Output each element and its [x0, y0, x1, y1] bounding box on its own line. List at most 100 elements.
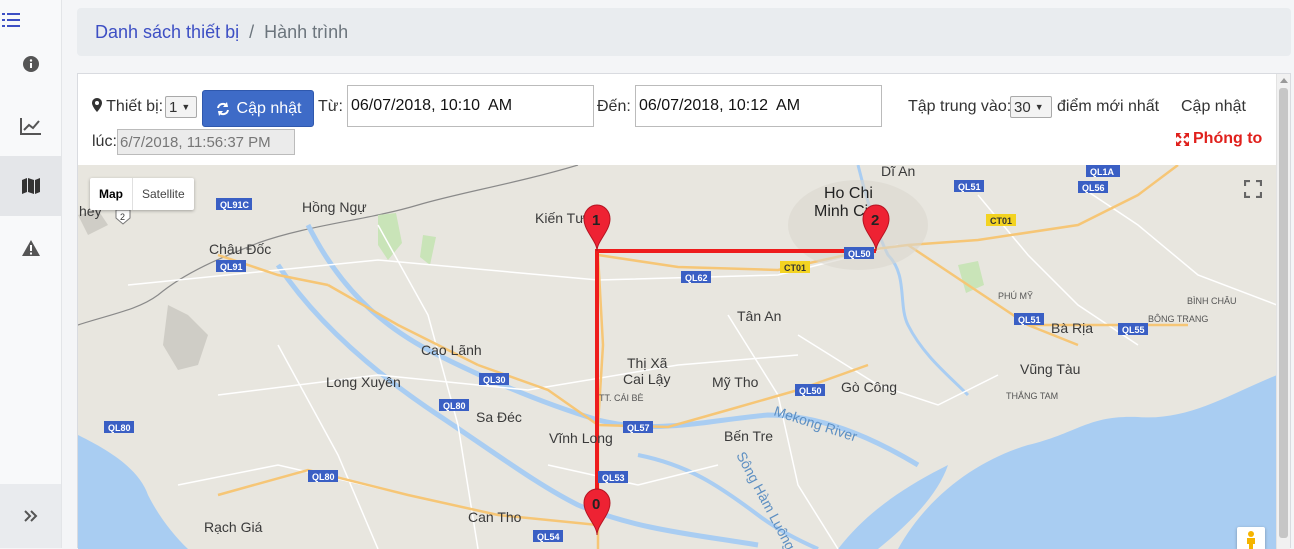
- device-select-value: 1: [169, 98, 178, 116]
- scroll-up-arrow[interactable]: [1280, 78, 1288, 83]
- svg-text:THẮNG TAM: THẮNG TAM: [1006, 391, 1058, 401]
- road-shield-ql91: QL91: [216, 260, 246, 272]
- chevron-down-icon: ▼: [181, 102, 191, 112]
- svg-text:2: 2: [871, 212, 879, 229]
- road-shield-ql80b: QL80: [104, 421, 134, 433]
- update-button[interactable]: Cập nhật: [202, 90, 314, 127]
- road-shield-ql57: QL57: [623, 421, 653, 433]
- map-icon[interactable]: [0, 156, 61, 216]
- focus-points-select[interactable]: 30 ▼: [1010, 96, 1052, 118]
- svg-text:Bà Rịa: Bà Rịa: [1051, 320, 1093, 336]
- map-type-control: Map Satellite: [90, 178, 194, 210]
- svg-text:QL80: QL80: [312, 472, 335, 482]
- svg-text:Cai Lậy: Cai Lậy: [623, 371, 670, 387]
- focus-points-value: 30: [1014, 98, 1031, 116]
- fullscreen-icon: [1244, 180, 1262, 198]
- svg-text:Tân An: Tân An: [737, 308, 781, 324]
- road-shield-ql62: QL62: [681, 271, 711, 283]
- svg-text:Long Xuyên: Long Xuyên: [326, 374, 401, 390]
- road-shield-ql51b: QL51: [1014, 313, 1044, 325]
- svg-text:QL91C: QL91C: [220, 200, 250, 210]
- map-type-satellite-button[interactable]: Satellite: [133, 178, 194, 210]
- warning-icon[interactable]: [0, 230, 61, 266]
- svg-text:QL57: QL57: [627, 423, 650, 433]
- street-view-pegman-button[interactable]: [1237, 527, 1265, 549]
- pegman-icon: [1247, 531, 1255, 549]
- road-shield-ql30: QL30: [479, 373, 509, 385]
- road-shield-ql80c: QL80: [308, 470, 338, 482]
- update-button-label: Cập nhật: [236, 99, 302, 117]
- svg-text:Châu Đốc: Châu Đốc: [209, 241, 271, 257]
- map-type-map-button[interactable]: Map: [90, 178, 133, 210]
- focus-label: Tập trung vào:: [908, 98, 1012, 115]
- svg-text:Vũng Tàu: Vũng Tàu: [1020, 361, 1080, 377]
- svg-text:QL54: QL54: [537, 532, 560, 542]
- road-shield-ql53: QL53: [598, 471, 628, 483]
- map-canvas[interactable]: QL91C QL91 QL62 QL30 QL80 QL80 QL80 QL57…: [78, 165, 1277, 549]
- map-marker-icon: [92, 98, 102, 112]
- to-label: Đến:: [597, 98, 631, 115]
- road-shield-ql56: QL56: [1078, 181, 1108, 193]
- svg-text:1: 1: [592, 212, 600, 229]
- svg-text:QL51: QL51: [1018, 315, 1041, 325]
- toolbar: Thiết bị: 1 ▼ Cập nhật Từ: 06/07/2018, 10…: [78, 74, 1277, 164]
- svg-text:Vĩnh Long: Vĩnh Long: [549, 430, 613, 446]
- svg-text:CT01: CT01: [784, 263, 806, 273]
- road-shield-ql50: QL50: [795, 384, 825, 396]
- breadcrumb-separator: /: [249, 21, 255, 42]
- device-label-group: Thiết bị:: [92, 98, 163, 116]
- to-datetime-value: 06/07/2018, 10:12 AM: [639, 97, 801, 114]
- svg-text:QL51: QL51: [958, 182, 981, 192]
- road-shield-ql54: QL54: [533, 530, 563, 542]
- menu-list-icon[interactable]: [0, 6, 41, 34]
- road-shield-ql80a: QL80: [439, 399, 469, 411]
- to-datetime-input[interactable]: 06/07/2018, 10:12 AM: [635, 85, 882, 127]
- svg-text:Rạch Giá: Rạch Giá: [204, 519, 263, 535]
- device-select[interactable]: 1 ▼: [165, 96, 197, 118]
- latest-points-label: điểm mới nhất: [1057, 98, 1160, 115]
- svg-text:QL50: QL50: [799, 386, 822, 396]
- breadcrumb: Danh sách thiết bị / Hành trình: [77, 8, 1291, 56]
- updated-time-value: 6/7/2018, 11:56:37 PM: [120, 133, 271, 151]
- zoom-in-link[interactable]: Phóng to: [1176, 130, 1262, 148]
- svg-text:CT01: CT01: [990, 216, 1012, 226]
- info-icon[interactable]: [0, 47, 61, 81]
- svg-text:Ho Chi: Ho Chi: [824, 185, 873, 202]
- updated-label: Cập nhật: [1181, 98, 1246, 115]
- svg-text:TT. CÁI BÈ: TT. CÁI BÈ: [599, 393, 644, 403]
- svg-text:QL80: QL80: [108, 423, 131, 433]
- expand-sidebar-icon[interactable]: [0, 484, 61, 548]
- svg-text:QL55: QL55: [1122, 325, 1145, 335]
- road-shield-ct01a: CT01: [986, 214, 1016, 226]
- breadcrumb-current: Hành trình: [264, 21, 349, 42]
- updated-time-field: 6/7/2018, 11:56:37 PM: [117, 129, 295, 155]
- expand-icon: [1176, 132, 1189, 146]
- panel-scrollbar[interactable]: [1276, 74, 1290, 549]
- scroll-thumb[interactable]: [1279, 88, 1288, 538]
- svg-text:Minh Ci: Minh Ci: [814, 203, 868, 220]
- svg-text:QL1A: QL1A: [1090, 167, 1115, 177]
- svg-text:QL56: QL56: [1082, 183, 1105, 193]
- svg-text:Bến Tre: Bến Tre: [724, 428, 773, 444]
- line-chart-icon[interactable]: [0, 106, 61, 146]
- svg-text:QL62: QL62: [685, 273, 708, 283]
- svg-text:PHÚ MỸ: PHÚ MỸ: [998, 291, 1033, 301]
- road-shield-ql1a: QL1A: [1086, 165, 1120, 177]
- svg-text:QL53: QL53: [602, 473, 625, 483]
- svg-text:Dĩ An: Dĩ An: [881, 165, 915, 179]
- svg-text:Mỹ Tho: Mỹ Tho: [712, 374, 759, 390]
- journey-panel: Thiết bị: 1 ▼ Cập nhật Từ: 06/07/2018, 10…: [77, 73, 1291, 549]
- svg-text:BÔNG TRANG: BÔNG TRANG: [1148, 314, 1208, 324]
- device-label: Thiết bị:: [106, 98, 164, 115]
- fullscreen-button[interactable]: [1239, 175, 1267, 203]
- svg-text:Hồng Ngự: Hồng Ngự: [302, 199, 367, 215]
- sidebar: [0, 0, 62, 548]
- map-graphics: QL91C QL91 QL62 QL30 QL80 QL80 QL80 QL57…: [78, 165, 1277, 549]
- svg-text:QL91: QL91: [220, 262, 243, 272]
- svg-text:QL80: QL80: [443, 401, 466, 411]
- breadcrumb-device-list[interactable]: Danh sách thiết bị: [95, 22, 239, 43]
- road-shield-ct01b: CT01: [780, 261, 810, 273]
- from-datetime-input[interactable]: 06/07/2018, 10:10 AM: [347, 85, 594, 127]
- svg-text:QL50: QL50: [848, 249, 871, 259]
- svg-text:QL30: QL30: [483, 375, 506, 385]
